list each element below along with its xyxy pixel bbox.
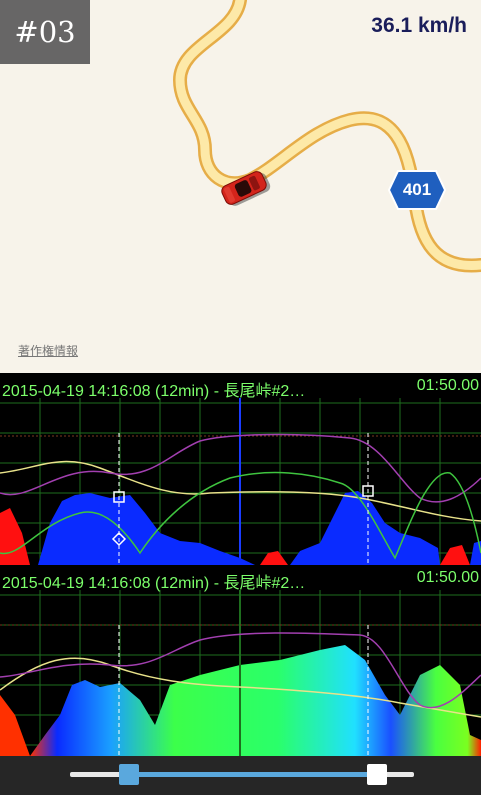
range-start-handle[interactable] — [119, 764, 139, 785]
telemetry-chart-2-plot — [0, 590, 481, 756]
range-slider-selection — [130, 772, 367, 777]
session-index-badge: #03 — [0, 0, 90, 64]
map-view[interactable]: #03 36.1 km/h 401 著作権情報 — [0, 0, 481, 373]
chart-2-lap-time: 01:50.00 — [416, 569, 479, 586]
copyright-link[interactable]: 著作権情報 — [18, 342, 78, 359]
range-end-handle[interactable] — [367, 764, 387, 785]
route-shield-number: 401 — [402, 180, 432, 199]
chart-1-header: 2015-04-19 14:16:08 (12min) - 長尾峠#2… 01:… — [2, 377, 479, 401]
chart-1-lap-time: 01:50.00 — [416, 377, 479, 394]
chart-2-header: 2015-04-19 14:16:08 (12min) - 長尾峠#2… 01:… — [2, 569, 479, 593]
telemetry-chart-2[interactable]: 2015-04-19 14:16:08 (12min) - 長尾峠#2… 01:… — [0, 565, 481, 756]
route-shield: 401 — [388, 170, 446, 210]
car-icon — [221, 171, 271, 206]
telemetry-chart-1[interactable]: 2015-04-19 14:16:08 (12min) - 長尾峠#2… 01:… — [0, 373, 481, 565]
chart-2-session-label: 2015-04-19 14:16:08 (12min) - 長尾峠#2… — [2, 575, 306, 592]
speed-readout: 36.1 km/h — [371, 14, 467, 37]
telemetry-chart-1-plot — [0, 398, 481, 565]
chart-1-session-label: 2015-04-19 14:16:08 (12min) - 長尾峠#2… — [2, 383, 306, 400]
